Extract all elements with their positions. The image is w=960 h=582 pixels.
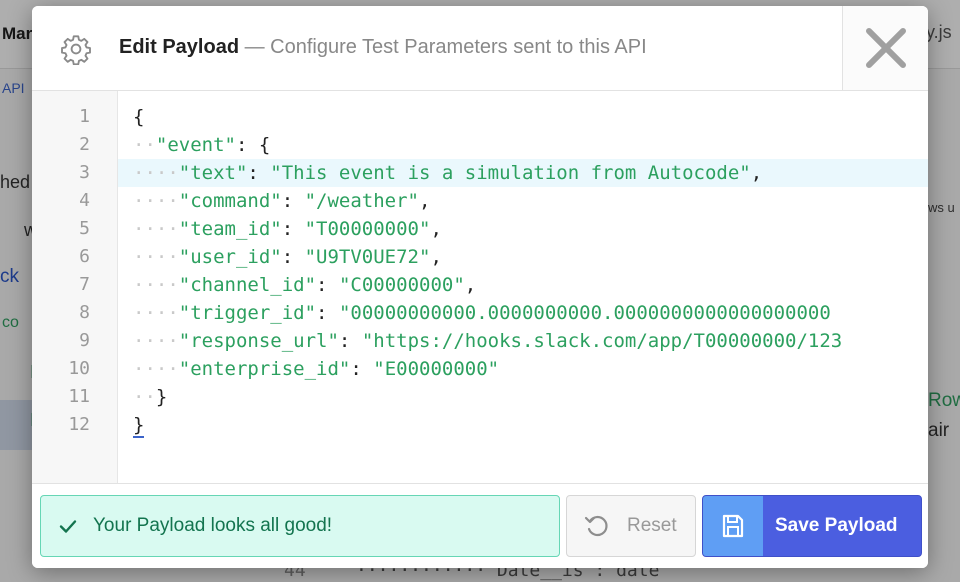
line-number: 2 — [79, 134, 90, 155]
code-colon: : — [316, 274, 339, 296]
code-colon: : — [281, 218, 305, 240]
code-line: ····"channel_id": "C00000000", — [133, 271, 476, 299]
code-punctuation: , — [430, 246, 442, 268]
code-line: ····"command": "/weather", — [133, 187, 430, 215]
modal-header: Edit Payload — Configure Test Parameters… — [32, 6, 928, 91]
code-line: ····"team_id": "T00000000", — [133, 215, 442, 243]
line-number: 9 — [79, 330, 90, 351]
save-payload-label: Save Payload — [775, 515, 898, 536]
code-punctuation: } — [133, 414, 145, 438]
line-number: 11 — [68, 386, 90, 407]
indent-guide: ···· — [133, 246, 179, 268]
code-punctuation: , — [750, 162, 763, 184]
json-value: "T00000000" — [304, 218, 431, 240]
line-number: 12 — [68, 414, 90, 435]
code-line: ····"response_url": "https://hooks.slack… — [133, 327, 842, 355]
code-punctuation: , — [430, 218, 442, 240]
close-button[interactable] — [842, 6, 928, 90]
save-icon-container — [703, 496, 763, 556]
code-colon: : — [247, 162, 271, 184]
line-number: 3 — [79, 162, 90, 183]
json-value: "U9TV0UE72" — [304, 246, 431, 268]
code-punctuation: } — [155, 386, 168, 408]
code-punctuation: , — [419, 190, 431, 212]
line-number: 7 — [79, 274, 90, 295]
line-number: 4 — [79, 190, 90, 211]
close-icon — [866, 28, 906, 68]
code-line: ··"event": { — [133, 131, 270, 159]
code-line: { — [133, 103, 144, 131]
code-line: ····"enterprise_id": "E00000000" — [133, 355, 499, 383]
json-value: "/weather" — [304, 190, 419, 212]
reset-button[interactable]: Reset — [566, 495, 696, 557]
line-number-gutter: 1 2 3 4 5 6 7 8 9 10 11 12 — [32, 91, 118, 483]
indent-guide: ···· — [133, 162, 179, 184]
code-colon: : — [281, 246, 305, 268]
json-value: "https://hooks.slack.com/app/T00000000/1… — [361, 330, 843, 352]
code-colon: : — [338, 330, 362, 352]
modal-subtitle: — Configure Test Parameters sent to this… — [239, 36, 647, 58]
json-value: "00000000000.0000000000.0000000000000000… — [338, 302, 831, 324]
line-number: 1 — [79, 106, 90, 127]
line-number: 8 — [79, 302, 90, 323]
code-colon: : — [350, 358, 374, 380]
json-key: "enterprise_id" — [178, 358, 351, 380]
json-key: "team_id" — [178, 218, 282, 240]
code-colon: : — [316, 302, 339, 324]
save-payload-button[interactable]: Save Payload — [702, 495, 922, 557]
code-line: } — [133, 411, 145, 439]
code-line: ····"user_id": "U9TV0UE72", — [133, 243, 442, 271]
code-punctuation: , — [464, 274, 477, 296]
payload-editor[interactable]: 1 2 3 4 5 6 7 8 9 10 11 12 { ··"event": … — [32, 91, 928, 483]
modal-title-group: Edit Payload — Configure Test Parameters… — [119, 36, 647, 59]
indent-guide: ···· — [133, 330, 179, 352]
line-number: 10 — [68, 358, 90, 379]
line-number: 5 — [79, 218, 90, 239]
indent-guide: ···· — [133, 218, 179, 240]
line-number: 6 — [79, 246, 90, 267]
json-key: "channel_id" — [178, 274, 317, 296]
indent-guide: ···· — [133, 190, 179, 212]
indent-guide: ···· — [133, 274, 179, 296]
json-key: "event" — [155, 134, 236, 156]
json-key: "trigger_id" — [178, 302, 317, 324]
reset-button-label: Reset — [627, 515, 677, 536]
json-key: "text" — [178, 162, 248, 184]
json-key: "response_url" — [178, 330, 339, 352]
indent-guide: ·· — [133, 134, 156, 156]
json-key: "command" — [178, 190, 282, 212]
check-icon — [59, 520, 77, 533]
code-area[interactable]: { ··"event": { ····"text": "This event i… — [118, 91, 928, 483]
payload-status-text: Your Payload looks all good! — [93, 515, 333, 536]
json-value: "C00000000" — [338, 274, 465, 296]
code-punctuation: { — [133, 106, 145, 128]
code-line: ····"trigger_id": "00000000000.000000000… — [133, 299, 831, 327]
code-colon: : — [281, 190, 305, 212]
json-value: "E00000000" — [373, 358, 500, 380]
code-line: ··} — [133, 383, 167, 411]
code-punctuation: : { — [235, 134, 271, 156]
undo-icon — [584, 515, 608, 537]
code-line: ····"text": "This event is a simulation … — [133, 159, 762, 187]
indent-guide: ···· — [133, 358, 179, 380]
json-value: "This event is a simulation from Autocod… — [270, 162, 751, 184]
json-key: "user_id" — [178, 246, 282, 268]
modal-title: Edit Payload — [119, 36, 240, 58]
edit-payload-modal: Edit Payload — Configure Test Parameters… — [32, 6, 928, 568]
save-icon — [722, 514, 744, 538]
indent-guide: ···· — [133, 302, 179, 324]
indent-guide: ·· — [133, 386, 156, 408]
payload-status-message: Your Payload looks all good! — [40, 495, 560, 557]
gear-icon — [61, 35, 91, 65]
modal-footer: Your Payload looks all good! Reset Save … — [32, 483, 928, 568]
